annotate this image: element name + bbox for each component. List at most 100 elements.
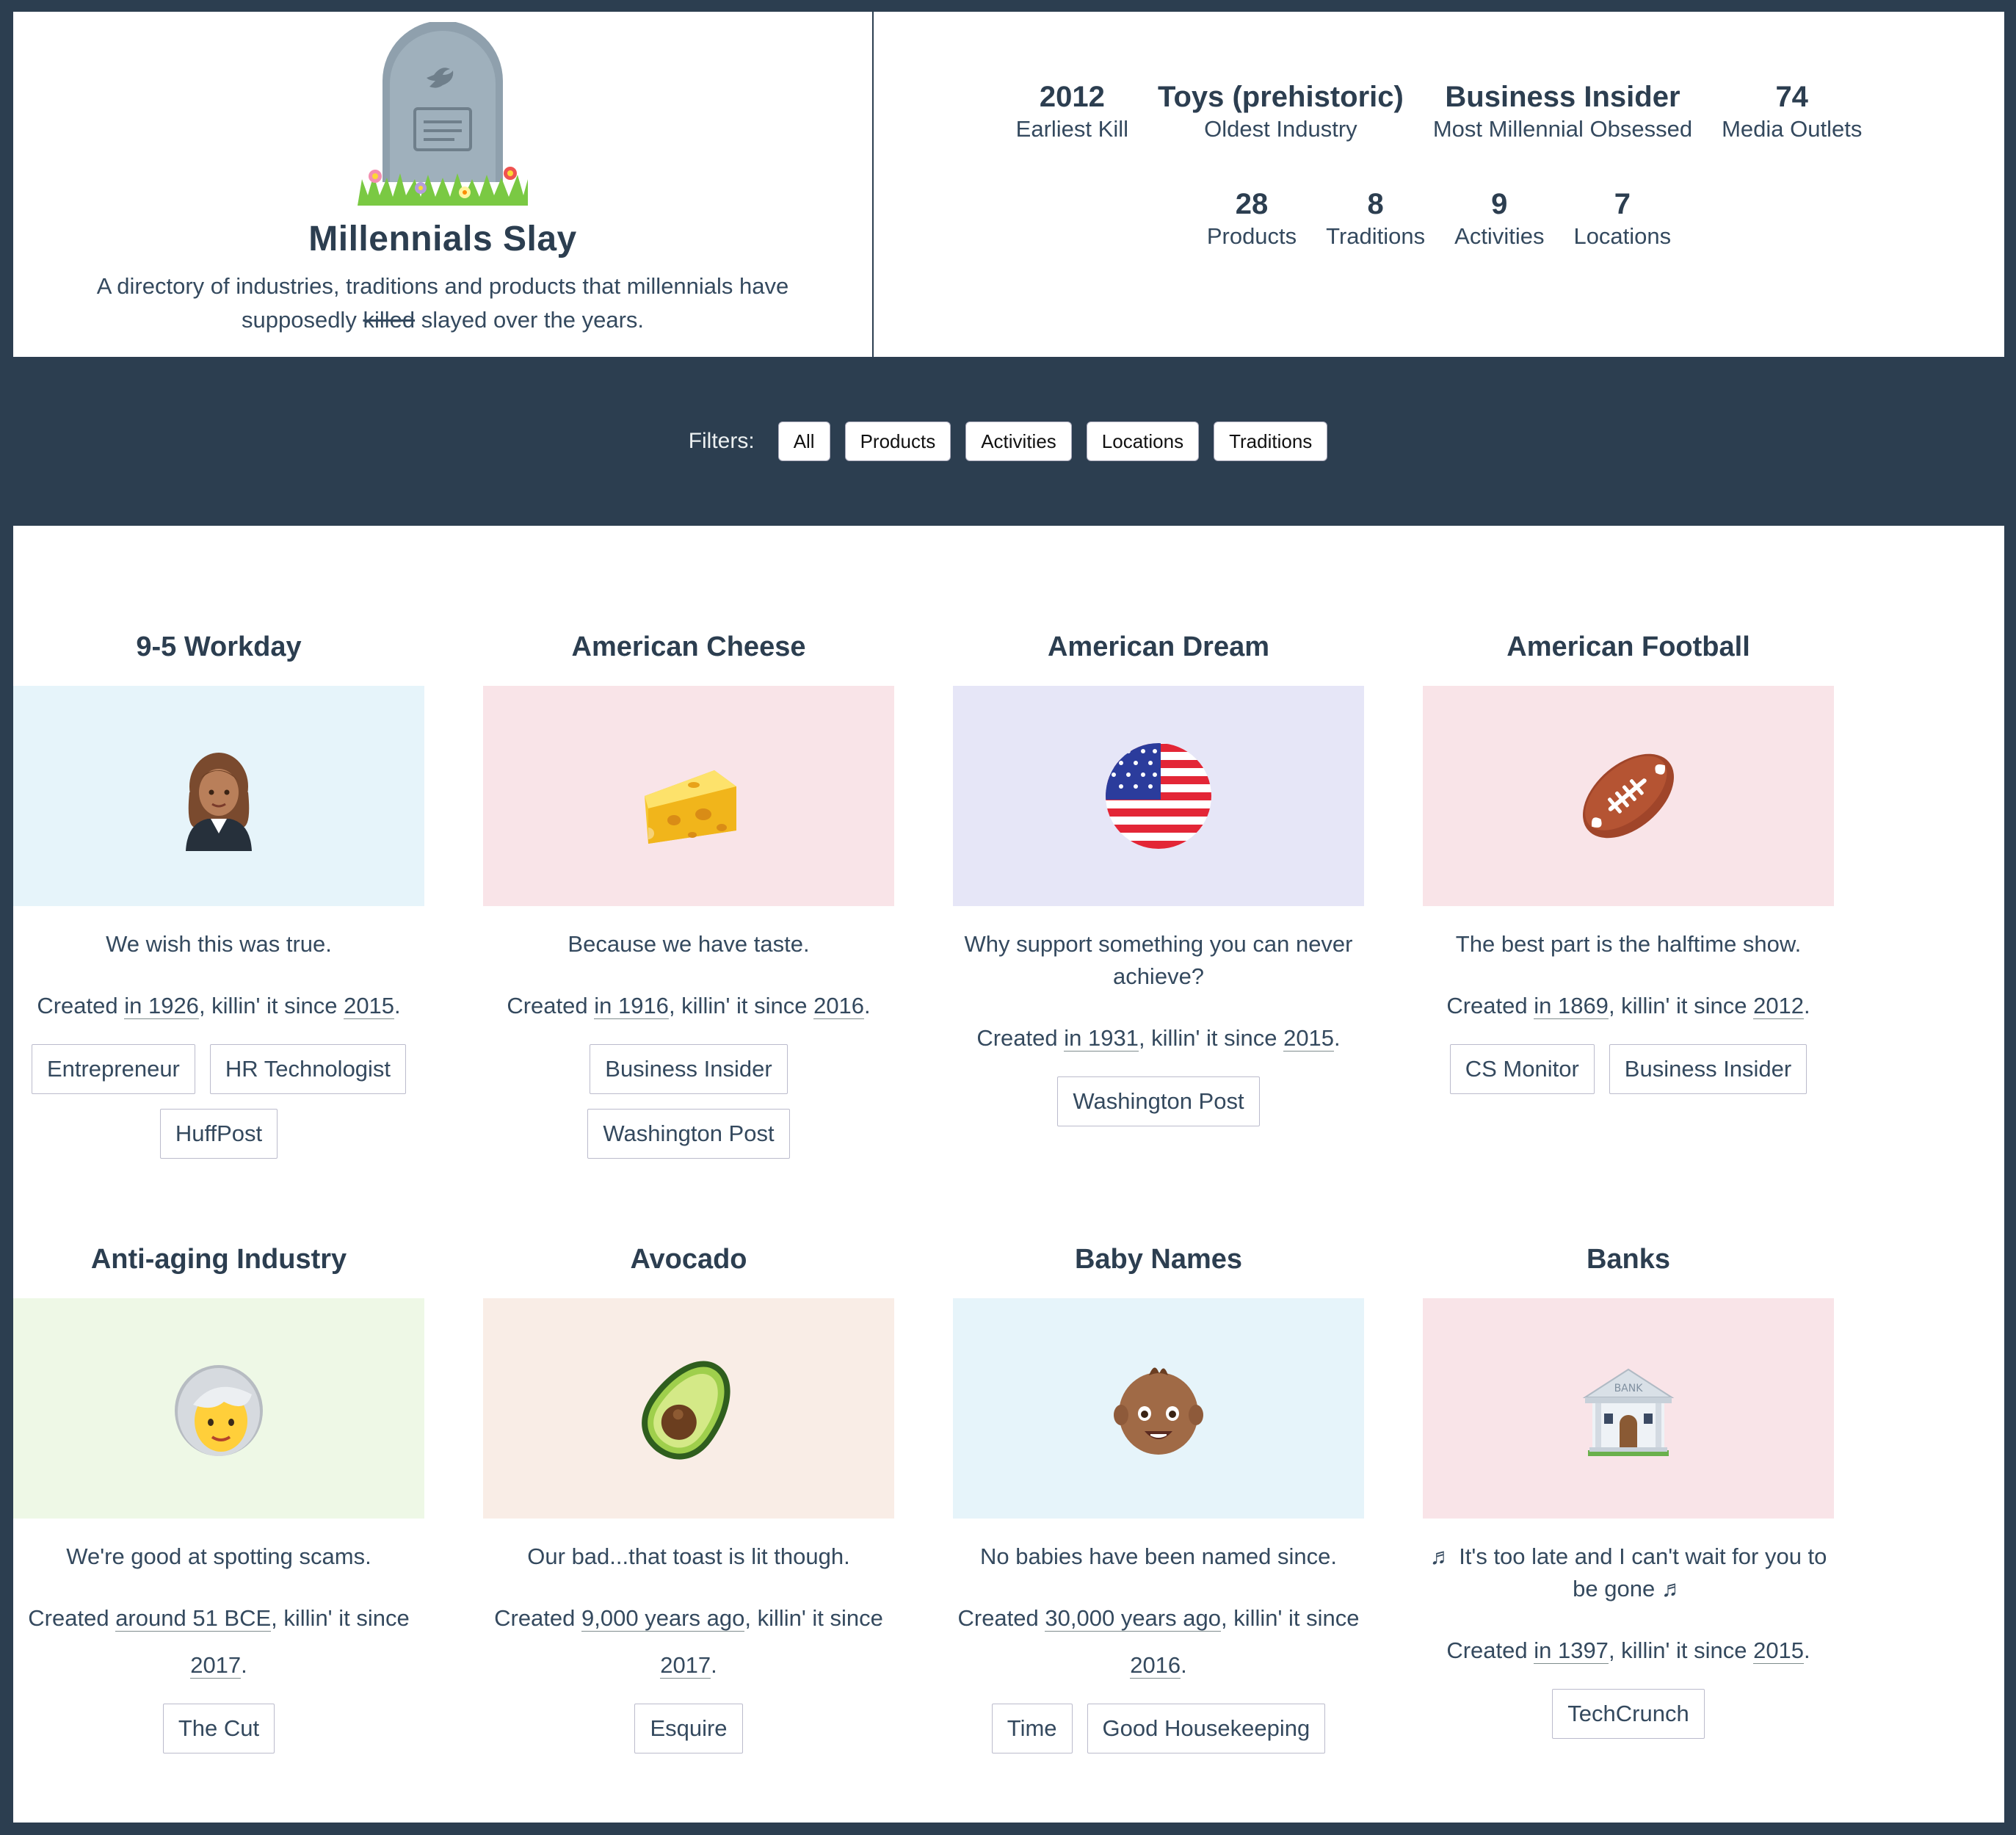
created-end: . bbox=[1181, 1652, 1187, 1678]
stats-panel: 2012 Earliest Kill Toys (prehistoric) Ol… bbox=[874, 12, 2004, 357]
created-end: . bbox=[1334, 1025, 1341, 1051]
site-title: Millennials Slay bbox=[308, 220, 577, 258]
created-when[interactable]: 9,000 years ago bbox=[581, 1605, 745, 1632]
item-card-1: American Cheese Because we have taste. C… bbox=[483, 623, 894, 1159]
filter-all-button[interactable]: All bbox=[777, 421, 830, 461]
created-prefix: Created bbox=[37, 993, 125, 1018]
item-card-0: 9-5 Workday We wish this was true. Creat… bbox=[13, 623, 424, 1159]
card-image bbox=[13, 686, 424, 906]
stat-value: Business Insider bbox=[1445, 81, 1680, 113]
stat-value: 2012 bbox=[1039, 81, 1105, 113]
card-description: Because we have taste. bbox=[568, 931, 810, 957]
filter-locations-button[interactable]: Locations bbox=[1086, 421, 1200, 461]
stat-value: 28 bbox=[1235, 188, 1269, 220]
source-tag[interactable]: Business Insider bbox=[590, 1044, 788, 1094]
card-description: No babies have been named since. bbox=[980, 1543, 1337, 1569]
stat-earliest-kill: 2012 Earliest Kill bbox=[1016, 79, 1128, 144]
created-end: . bbox=[864, 993, 871, 1018]
card-row-2: Anti-aging Industry We're good at spotti… bbox=[13, 1235, 1834, 1753]
filter-traditions-button[interactable]: Traditions bbox=[1214, 421, 1328, 461]
killed-year[interactable]: 2016 bbox=[1130, 1652, 1181, 1679]
created-mid: , killin' it since bbox=[271, 1605, 410, 1631]
item-card-4: Anti-aging Industry We're good at spotti… bbox=[13, 1235, 424, 1753]
stat-label: Traditions bbox=[1326, 223, 1426, 249]
created-mid: , killin' it since bbox=[198, 993, 344, 1018]
source-tag[interactable]: The Cut bbox=[162, 1704, 275, 1753]
created-when[interactable]: in 1869 bbox=[1534, 993, 1609, 1019]
card-description: Why support something you can never achi… bbox=[964, 931, 1353, 989]
card-image bbox=[13, 1298, 424, 1519]
created-prefix: Created bbox=[507, 993, 595, 1018]
us-flag-icon bbox=[1106, 743, 1211, 849]
card-image bbox=[483, 686, 894, 906]
created-mid: , killin' it since bbox=[1138, 1025, 1284, 1051]
created-mid: , killin' it since bbox=[1608, 1637, 1754, 1663]
killed-year[interactable]: 2017 bbox=[190, 1652, 242, 1679]
created-when[interactable]: in 1916 bbox=[594, 993, 669, 1019]
created-mid: , killin' it since bbox=[744, 1605, 883, 1631]
item-card-7: Banks BANK ♬ It's too late and I can't w… bbox=[1423, 1235, 1834, 1753]
source-tag[interactable]: Washington Post bbox=[587, 1109, 790, 1159]
stat-label: Products bbox=[1206, 223, 1297, 249]
created-when[interactable]: around 51 BCE bbox=[115, 1605, 272, 1632]
killed-year[interactable]: 2017 bbox=[660, 1652, 711, 1679]
stats-row-2: 28 Products 8 Traditions 9 Activities 7 … bbox=[1207, 187, 1671, 251]
bank-icon: BANK bbox=[1582, 1368, 1675, 1456]
stat-value: 74 bbox=[1775, 81, 1808, 113]
item-card-3: American Football The best part is the h… bbox=[1423, 623, 1834, 1159]
filter-products-button[interactable]: Products bbox=[844, 421, 951, 461]
stat-label: Activities bbox=[1454, 223, 1545, 249]
killed-year[interactable]: 2015 bbox=[1283, 1025, 1335, 1052]
source-tag[interactable]: Washington Post bbox=[1057, 1076, 1260, 1126]
source-tag[interactable]: Entrepreneur bbox=[31, 1044, 195, 1094]
source-tag[interactable]: Time bbox=[991, 1704, 1073, 1753]
cheese-icon bbox=[645, 770, 736, 844]
businesswoman-icon bbox=[186, 753, 252, 851]
source-tag[interactable]: Good Housekeeping bbox=[1087, 1704, 1326, 1753]
killed-year[interactable]: 2015 bbox=[344, 993, 395, 1019]
source-tag[interactable]: Esquire bbox=[634, 1704, 743, 1753]
source-list: Entrepreneur HR Technologist HuffPost bbox=[13, 1044, 424, 1159]
card-row-1: 9-5 Workday We wish this was true. Creat… bbox=[13, 623, 1834, 1159]
created-end: . bbox=[241, 1652, 247, 1678]
killed-year[interactable]: 2016 bbox=[813, 993, 865, 1019]
source-tag[interactable]: HR Technologist bbox=[209, 1044, 407, 1094]
card-created: Created in 1869, killin' it since 2012. bbox=[1423, 982, 1834, 1029]
created-prefix: Created bbox=[28, 1605, 116, 1631]
avocado-icon bbox=[642, 1361, 730, 1460]
created-prefix: Created bbox=[494, 1605, 582, 1631]
created-mid: , killin' it since bbox=[1608, 993, 1754, 1018]
killed-year[interactable]: 2015 bbox=[1753, 1637, 1805, 1664]
card-created: Created around 51 BCE, killin' it since … bbox=[13, 1595, 424, 1689]
source-list: Time Good Housekeeping bbox=[953, 1704, 1364, 1753]
filter-bar: Filters: All Products Activities Locatio… bbox=[0, 421, 2016, 461]
source-tag[interactable]: HuffPost bbox=[159, 1109, 278, 1159]
filter-activities-button[interactable]: Activities bbox=[965, 421, 1072, 461]
created-prefix: Created bbox=[957, 1605, 1045, 1631]
card-created: Created in 1931, killin' it since 2015. bbox=[953, 1015, 1364, 1062]
source-tag[interactable]: Business Insider bbox=[1609, 1044, 1807, 1094]
created-when[interactable]: in 1926 bbox=[124, 993, 199, 1019]
item-card-5: Avocado Our bad...that toast is lit thou… bbox=[483, 1235, 894, 1753]
card-description: We wish this was true. bbox=[106, 931, 332, 957]
created-when[interactable]: in 1397 bbox=[1534, 1637, 1609, 1664]
created-when[interactable]: 30,000 years ago bbox=[1045, 1605, 1221, 1632]
source-tag[interactable]: CS Monitor bbox=[1449, 1044, 1595, 1094]
created-when[interactable]: in 1931 bbox=[1064, 1025, 1139, 1052]
stat-label: Earliest Kill bbox=[1015, 116, 1128, 142]
baby-icon bbox=[1114, 1367, 1203, 1455]
tombstone-logo-icon bbox=[358, 22, 528, 206]
card-created: Created 9,000 years ago, killin' it sinc… bbox=[483, 1595, 894, 1689]
card-image bbox=[953, 686, 1364, 906]
card-image bbox=[953, 1298, 1364, 1519]
card-description: We're good at spotting scams. bbox=[66, 1543, 371, 1569]
killed-year[interactable]: 2012 bbox=[1753, 993, 1805, 1019]
main-content: 9-5 Workday We wish this was true. Creat… bbox=[13, 526, 2004, 1823]
created-mid: , killin' it since bbox=[668, 993, 814, 1018]
card-description: Our bad...that toast is lit though. bbox=[527, 1543, 850, 1569]
created-prefix: Created bbox=[1446, 1637, 1534, 1663]
source-tag[interactable]: TechCrunch bbox=[1552, 1689, 1705, 1739]
created-prefix: Created bbox=[976, 1025, 1065, 1051]
site-description: A directory of industries, traditions an… bbox=[68, 269, 817, 337]
card-title: Avocado bbox=[630, 1244, 747, 1275]
